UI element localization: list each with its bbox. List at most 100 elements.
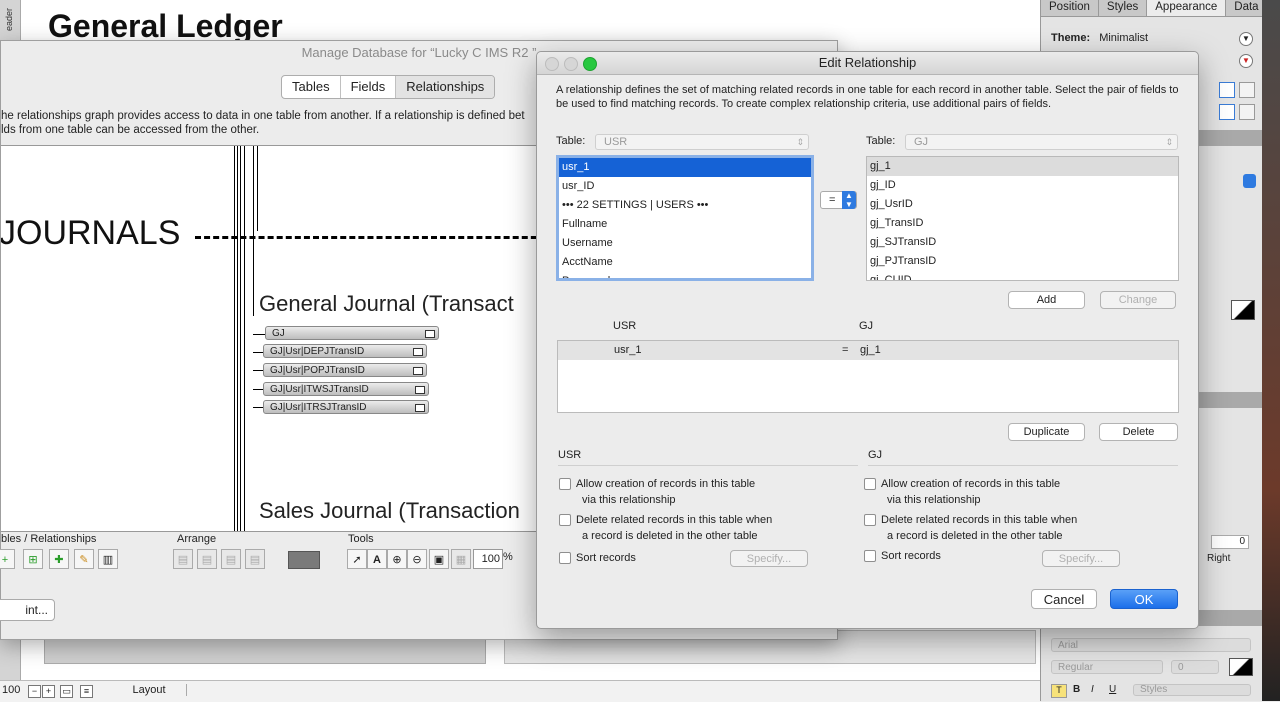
status-toolbar-icon[interactable]: ▭: [60, 685, 73, 698]
left-specify-button[interactable]: Specify...: [730, 550, 808, 567]
delete-trash-icon[interactable]: ▥: [98, 549, 118, 569]
underline-icon[interactable]: U: [1109, 684, 1116, 695]
duplicate-button[interactable]: Duplicate: [1008, 423, 1085, 441]
theme-menu-icon[interactable]: ▼: [1239, 32, 1253, 46]
list-item[interactable]: ••• 22 SETTINGS | USERS •••: [559, 196, 811, 215]
bold-icon[interactable]: B: [1073, 684, 1080, 695]
status-formatbar-icon[interactable]: ≡: [80, 685, 93, 698]
add-relationship-icon[interactable]: ⊞: [23, 549, 43, 569]
page-break-icon[interactable]: ▦: [451, 549, 471, 569]
table-occurrence[interactable]: GJ|Usr|ITRSJTransID: [263, 400, 429, 414]
fill-color-swatch[interactable]: [1231, 300, 1255, 320]
list-item[interactable]: AcctName: [559, 253, 811, 272]
list-item[interactable]: gj_TransID: [867, 214, 1178, 233]
right-delete-related-checkbox[interactable]: Delete related records in this table whe…: [864, 512, 1174, 544]
left-delete-related-checkbox[interactable]: Delete related records in this table whe…: [559, 512, 859, 544]
delete-button[interactable]: Delete: [1099, 423, 1178, 441]
list-item[interactable]: gj_PJTransID: [867, 252, 1178, 271]
list-item[interactable]: gj_CUID: [867, 271, 1178, 280]
list-item[interactable]: Password: [559, 272, 811, 278]
inspector-tab-appearance[interactable]: Appearance: [1147, 0, 1227, 16]
status-zoom[interactable]: 100: [2, 684, 20, 696]
table-row[interactable]: usr_1 = gj_1: [558, 341, 1178, 360]
dropdown-arrow-icon[interactable]: [1243, 174, 1256, 188]
operator-select[interactable]: = ▲ ▼: [820, 191, 857, 209]
zoom-out-icon[interactable]: −: [28, 685, 41, 698]
zoom-in-icon[interactable]: +: [42, 685, 55, 698]
collapse-icon[interactable]: [413, 348, 423, 356]
list-item[interactable]: gj_1: [867, 157, 1178, 176]
tab-tables[interactable]: Tables: [282, 76, 341, 98]
edit-pencil-icon[interactable]: ✎: [74, 549, 94, 569]
pointer-tool-icon[interactable]: ➚: [347, 549, 367, 569]
collapse-icon[interactable]: [425, 330, 435, 338]
right-table-select[interactable]: GJ ⇕: [905, 134, 1178, 150]
status-mode[interactable]: Layout: [112, 684, 187, 696]
font-name-select[interactable]: Arial: [1051, 638, 1251, 652]
list-item[interactable]: gj_UsrID: [867, 195, 1178, 214]
save-style-icon[interactable]: [1219, 82, 1235, 98]
table-occurrence[interactable]: GJ|Usr|POPJTransID: [263, 363, 427, 377]
collapse-icon[interactable]: [415, 404, 425, 412]
distribute-icon[interactable]: ▤: [221, 549, 241, 569]
tab-relationships[interactable]: Relationships: [396, 76, 495, 98]
left-sort-records-checkbox[interactable]: Sort records: [559, 550, 699, 566]
align-center-icon[interactable]: ▤: [197, 549, 217, 569]
left-field-list[interactable]: usr_1 usr_ID ••• 22 SETTINGS | USERS •••…: [556, 155, 814, 281]
font-style-select[interactable]: Regular: [1051, 660, 1163, 674]
checkbox[interactable]: [559, 514, 571, 526]
resize-icon[interactable]: ▤: [245, 549, 265, 569]
change-button[interactable]: Change: [1100, 291, 1176, 309]
table-occurrence[interactable]: GJ: [265, 326, 439, 340]
theme-revert-icon[interactable]: ▼: [1239, 54, 1253, 68]
right-specify-button[interactable]: Specify...: [1042, 550, 1120, 567]
collapse-icon[interactable]: [413, 367, 423, 375]
left-allow-creation-checkbox[interactable]: Allow creation of records in this table …: [559, 476, 859, 508]
ok-button[interactable]: OK: [1110, 589, 1178, 609]
list-item[interactable]: Fullname: [559, 215, 811, 234]
fit-window-icon[interactable]: ▣: [429, 549, 449, 569]
list-item[interactable]: gj_ID: [867, 176, 1178, 195]
list-item[interactable]: Username: [559, 234, 811, 253]
color-swatch[interactable]: [288, 551, 320, 569]
checkbox[interactable]: [864, 514, 876, 526]
right-sort-records-checkbox[interactable]: Sort records: [864, 548, 1004, 564]
list-item[interactable]: usr_1: [559, 158, 811, 177]
criteria-table[interactable]: usr_1 = gj_1: [557, 340, 1179, 413]
inspector-tab-styles[interactable]: Styles: [1099, 0, 1148, 16]
zoom-field[interactable]: 100: [473, 549, 503, 569]
italic-icon[interactable]: I: [1091, 684, 1094, 695]
checkbox[interactable]: [559, 552, 571, 564]
print-button[interactable]: int...: [0, 599, 55, 621]
list-item[interactable]: gj_SJTransID: [867, 233, 1178, 252]
style-options-icon[interactable]: [1239, 82, 1255, 98]
duplicate-icon[interactable]: ✚: [49, 549, 69, 569]
inspector-tab-position[interactable]: Position: [1041, 0, 1099, 16]
table-occurrence[interactable]: GJ|Usr|ITWSJTransID: [263, 382, 429, 396]
relationships-graph[interactable]: JOURNALS General Journal (Transact Sales…: [1, 145, 601, 532]
text-color-swatch[interactable]: [1229, 658, 1253, 676]
collapse-icon[interactable]: [415, 386, 425, 394]
font-size-select[interactable]: 0: [1171, 660, 1219, 674]
table-occurrence[interactable]: GJ|Usr|DEPJTransID: [263, 344, 427, 358]
add-table-icon[interactable]: +: [0, 549, 15, 569]
text-styles-select[interactable]: Styles: [1133, 684, 1251, 696]
align-left-icon[interactable]: ▤: [173, 549, 193, 569]
checkbox[interactable]: [559, 478, 571, 490]
left-table-select[interactable]: USR ⇕: [595, 134, 809, 150]
text-tool-icon[interactable]: A: [367, 549, 387, 569]
checkbox[interactable]: [864, 550, 876, 562]
right-field-list[interactable]: gj_1 gj_ID gj_UsrID gj_TransID gj_SJTran…: [866, 156, 1179, 281]
list-item[interactable]: usr_ID: [559, 177, 811, 196]
checkbox[interactable]: [864, 478, 876, 490]
cancel-button[interactable]: Cancel: [1031, 589, 1097, 609]
zoom-out-tool-icon[interactable]: ⊖: [407, 549, 427, 569]
right-allow-creation-checkbox[interactable]: Allow creation of records in this table …: [864, 476, 1174, 508]
highlight-icon[interactable]: T: [1051, 684, 1067, 698]
tab-fields[interactable]: Fields: [341, 76, 397, 98]
save-theme-icon[interactable]: [1219, 104, 1235, 120]
padding-field[interactable]: 0: [1211, 535, 1249, 549]
add-button[interactable]: Add: [1008, 291, 1085, 309]
zoom-in-tool-icon[interactable]: ⊕: [387, 549, 407, 569]
theme-options-icon[interactable]: [1239, 104, 1255, 120]
